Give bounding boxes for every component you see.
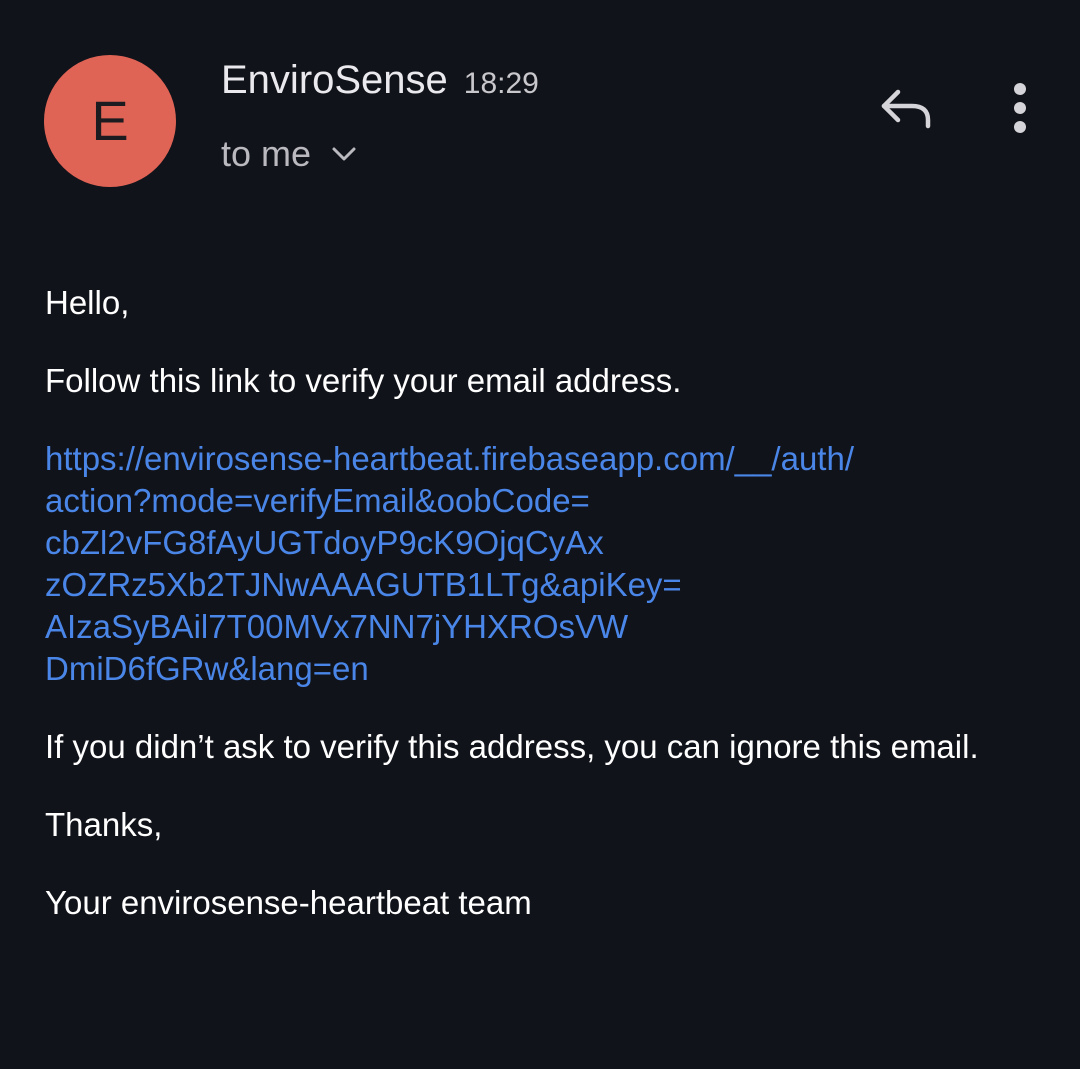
more-vert-icon	[1012, 82, 1028, 139]
link-line: zOZRz5Xb2TJNwAAAGUTB1LTg&apiKey=	[45, 566, 682, 603]
message-body: Hello, Follow this link to verify your e…	[45, 282, 1035, 960]
reply-icon	[876, 86, 932, 135]
link-line: action?mode=verifyEmail&oobCode=	[45, 482, 590, 519]
signature-text: Your envirosense-heartbeat team	[45, 884, 532, 921]
chevron-down-icon	[331, 146, 357, 162]
thanks-text: Thanks,	[45, 806, 163, 843]
avatar[interactable]: E	[44, 55, 176, 187]
greeting: Hello,	[45, 284, 130, 321]
link-line: cbZl2vFG8fAyUGTdoyP9cK9OjqCyAx	[45, 524, 604, 561]
sent-time: 18:29	[463, 67, 539, 100]
disclaimer-text: If you didn’t ask to verify this address…	[45, 728, 979, 765]
instruction-text: Follow this link to verify your email ad…	[45, 362, 682, 399]
link-line: AIzaSyBAil7T00MVx7NN7jYHXROsVW	[45, 608, 629, 645]
sender-name[interactable]: EnviroSense	[221, 58, 448, 103]
sender-line: EnviroSense 18:29	[221, 58, 539, 103]
recipient-details-toggle[interactable]: to me	[221, 133, 357, 175]
more-options-button[interactable]	[996, 82, 1044, 139]
recipient-label: to me	[221, 133, 312, 174]
verification-link[interactable]: https://envirosense-heartbeat.firebaseap…	[45, 438, 1035, 690]
link-line: https://envirosense-heartbeat.firebaseap…	[45, 440, 854, 477]
reply-button[interactable]	[872, 84, 936, 136]
link-line: DmiD6fGRw&lang=en	[45, 650, 369, 687]
avatar-letter: E	[91, 89, 129, 152]
